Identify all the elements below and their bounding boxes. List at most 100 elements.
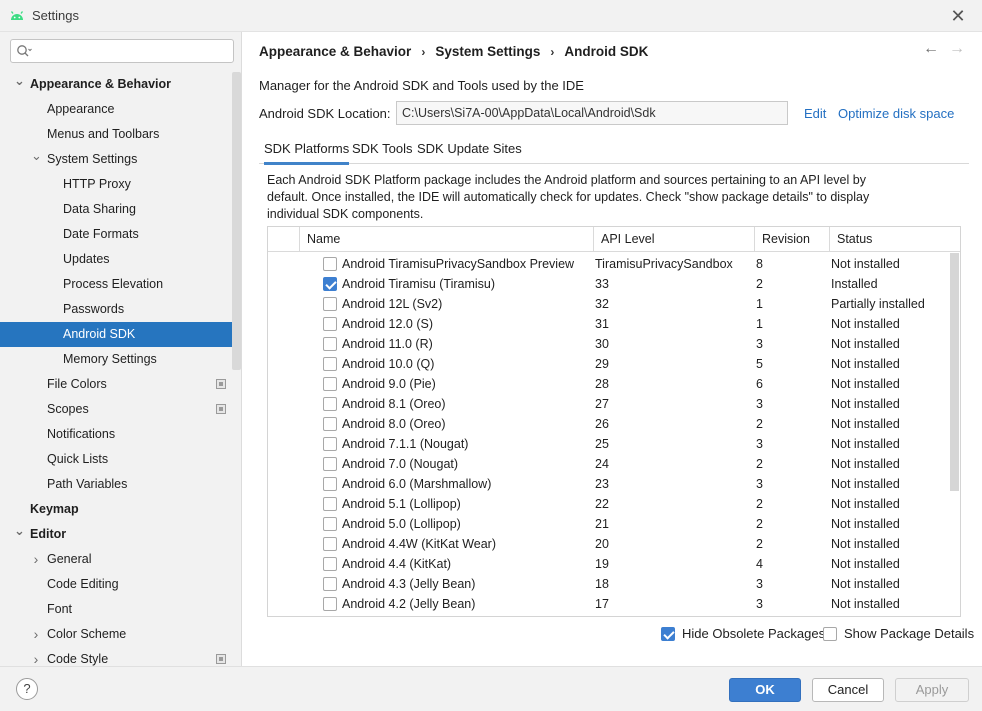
package-checkbox[interactable] xyxy=(323,457,337,471)
package-checkbox[interactable] xyxy=(323,317,337,331)
chevron-down-icon[interactable]: ⌄ xyxy=(14,68,25,93)
apply-button[interactable]: Apply xyxy=(895,678,969,702)
sidebar-item-label: Keymap xyxy=(30,502,79,516)
sidebar-item[interactable]: Date Formats xyxy=(0,222,232,247)
package-checkbox[interactable] xyxy=(323,257,337,271)
sidebar-item-label: Android SDK xyxy=(63,327,136,341)
forward-arrow-icon[interactable]: → xyxy=(947,40,967,60)
table-row[interactable]: Android 5.0 (Lollipop) 21 2 Not installed xyxy=(268,514,950,534)
chevron-down-icon[interactable]: ⌄ xyxy=(31,143,42,168)
close-icon[interactable]: ✕ xyxy=(948,6,968,26)
table-row[interactable]: Android TiramisuPrivacySandbox Preview Ti… xyxy=(268,254,950,274)
ok-button[interactable]: OK xyxy=(729,678,801,702)
column-header-api-level[interactable]: API Level xyxy=(593,227,754,252)
chevron-down-icon[interactable]: ⌄ xyxy=(14,518,25,543)
back-arrow-icon[interactable]: ← xyxy=(921,40,941,60)
table-row[interactable]: Android 4.2 (Jelly Bean) 17 3 Not installed xyxy=(268,594,950,614)
cancel-button[interactable]: Cancel xyxy=(812,678,884,702)
package-checkbox[interactable] xyxy=(323,577,337,591)
package-checkbox[interactable] xyxy=(323,337,337,351)
package-name: Android 4.4W (KitKat Wear) xyxy=(342,537,496,551)
hide-obsolete-option[interactable]: Hide Obsolete Packages xyxy=(661,626,825,641)
api-level: 31 xyxy=(595,317,609,331)
package-checkbox[interactable] xyxy=(323,277,337,291)
tab-sdk-tools[interactable]: SDK Tools xyxy=(352,141,412,156)
column-header-name[interactable]: Name xyxy=(299,227,593,252)
sidebar-item[interactable]: Path Variables xyxy=(0,472,232,497)
android-icon xyxy=(10,10,24,20)
chevron-right-icon[interactable]: › xyxy=(31,622,41,647)
show-details-option[interactable]: Show Package Details xyxy=(823,626,974,641)
install-status: Not installed xyxy=(831,557,900,571)
package-checkbox[interactable] xyxy=(323,517,337,531)
api-level: 21 xyxy=(595,517,609,531)
sidebar-item[interactable]: ⌄ Appearance & Behavior xyxy=(0,72,232,97)
sidebar-item[interactable]: Process Elevation xyxy=(0,272,232,297)
sidebar-item[interactable]: Keymap xyxy=(0,497,232,522)
sidebar-item-label: Quick Lists xyxy=(47,452,109,466)
tab-sdk-update-sites[interactable]: SDK Update Sites xyxy=(417,141,522,156)
help-icon[interactable]: ? xyxy=(16,678,38,700)
sidebar-item[interactable]: Passwords xyxy=(0,297,232,322)
optimize-disk-space-link[interactable]: Optimize disk space xyxy=(838,106,954,121)
table-row[interactable]: Android 12L (Sv2) 32 1 Partially installed xyxy=(268,294,950,314)
show-package-details-checkbox[interactable] xyxy=(823,626,837,641)
package-name: Android 4.4 (KitKat) xyxy=(342,557,452,571)
table-row[interactable]: Android 7.0 (Nougat) 24 2 Not installed xyxy=(268,454,950,474)
package-checkbox[interactable] xyxy=(323,357,337,371)
package-checkbox[interactable] xyxy=(323,557,337,571)
sidebar-item[interactable]: › General xyxy=(0,547,232,572)
table-row[interactable]: Android 4.4W (KitKat Wear) 20 2 Not install… xyxy=(268,534,950,554)
sidebar-item[interactable]: HTTP Proxy xyxy=(0,172,232,197)
sidebar-item[interactable]: File Colors xyxy=(0,372,232,397)
table-scrollbar[interactable] xyxy=(950,253,959,491)
table-row[interactable]: Android 6.0 (Marshmallow) 23 3 Not installe… xyxy=(268,474,950,494)
sidebar-item[interactable]: Memory Settings xyxy=(0,347,232,372)
column-header-revision[interactable]: Revision xyxy=(754,227,829,252)
table-row[interactable]: Android 8.0 (Oreo) 26 2 Not installed xyxy=(268,414,950,434)
chevron-right-icon[interactable]: › xyxy=(31,547,41,572)
sdk-location-field[interactable]: C:\Users\Si7A-00\AppData\Local\Android\S… xyxy=(396,101,788,125)
package-checkbox[interactable] xyxy=(323,597,337,611)
sidebar-item[interactable]: Font xyxy=(0,597,232,622)
package-name: Android 5.0 (Lollipop) xyxy=(342,517,461,531)
table-row[interactable]: Android 10.0 (Q) 29 5 Not installed xyxy=(268,354,950,374)
table-row[interactable]: Android Tiramisu (Tiramisu) 33 2 Installed xyxy=(268,274,950,294)
column-header-status[interactable]: Status xyxy=(829,227,960,252)
hide-obsolete-checkbox[interactable] xyxy=(661,626,675,641)
edit-link[interactable]: Edit xyxy=(804,106,826,121)
sidebar-item[interactable]: Quick Lists xyxy=(0,447,232,472)
sidebar-item[interactable]: ⌄ Editor xyxy=(0,522,232,547)
install-status: Not installed xyxy=(831,457,900,471)
table-row[interactable]: Android 11.0 (R) 30 3 Not installed xyxy=(268,334,950,354)
search-input[interactable] xyxy=(37,42,227,60)
table-row[interactable]: Android 7.1.1 (Nougat) 25 3 Not installed xyxy=(268,434,950,454)
table-row[interactable]: Android 5.1 (Lollipop) 22 2 Not installed xyxy=(268,494,950,514)
sidebar-item[interactable]: Data Sharing xyxy=(0,197,232,222)
sidebar-item[interactable]: Code Editing xyxy=(0,572,232,597)
sidebar-item[interactable]: Updates xyxy=(0,247,232,272)
package-checkbox[interactable] xyxy=(323,297,337,311)
sidebar-item[interactable]: Android SDK xyxy=(0,322,232,347)
sidebar-item[interactable]: Notifications xyxy=(0,422,232,447)
table-row[interactable]: Android 9.0 (Pie) 28 6 Not installed xyxy=(268,374,950,394)
sidebar-scrollbar[interactable] xyxy=(232,72,241,370)
sidebar-item-label: File Colors xyxy=(47,377,107,391)
sidebar-item[interactable]: Scopes xyxy=(0,397,232,422)
package-checkbox[interactable] xyxy=(323,377,337,391)
package-checkbox[interactable] xyxy=(323,417,337,431)
package-checkbox[interactable] xyxy=(323,437,337,451)
sidebar-item[interactable]: › Color Scheme xyxy=(0,622,232,647)
table-row[interactable]: Android 4.4 (KitKat) 19 4 Not installed xyxy=(268,554,950,574)
search-box[interactable] xyxy=(10,39,234,63)
package-checkbox[interactable] xyxy=(323,497,337,511)
package-checkbox[interactable] xyxy=(323,397,337,411)
package-checkbox[interactable] xyxy=(323,537,337,551)
sidebar-item[interactable]: ⌄ System Settings xyxy=(0,147,232,172)
table-row[interactable]: Android 4.3 (Jelly Bean) 18 3 Not installed xyxy=(268,574,950,594)
package-checkbox[interactable] xyxy=(323,477,337,491)
sidebar-item[interactable]: Appearance xyxy=(0,97,232,122)
table-row[interactable]: Android 12.0 (S) 31 1 Not installed xyxy=(268,314,950,334)
tab-sdk-platforms[interactable]: SDK Platforms xyxy=(264,141,350,165)
table-row[interactable]: Android 8.1 (Oreo) 27 3 Not installed xyxy=(268,394,950,414)
